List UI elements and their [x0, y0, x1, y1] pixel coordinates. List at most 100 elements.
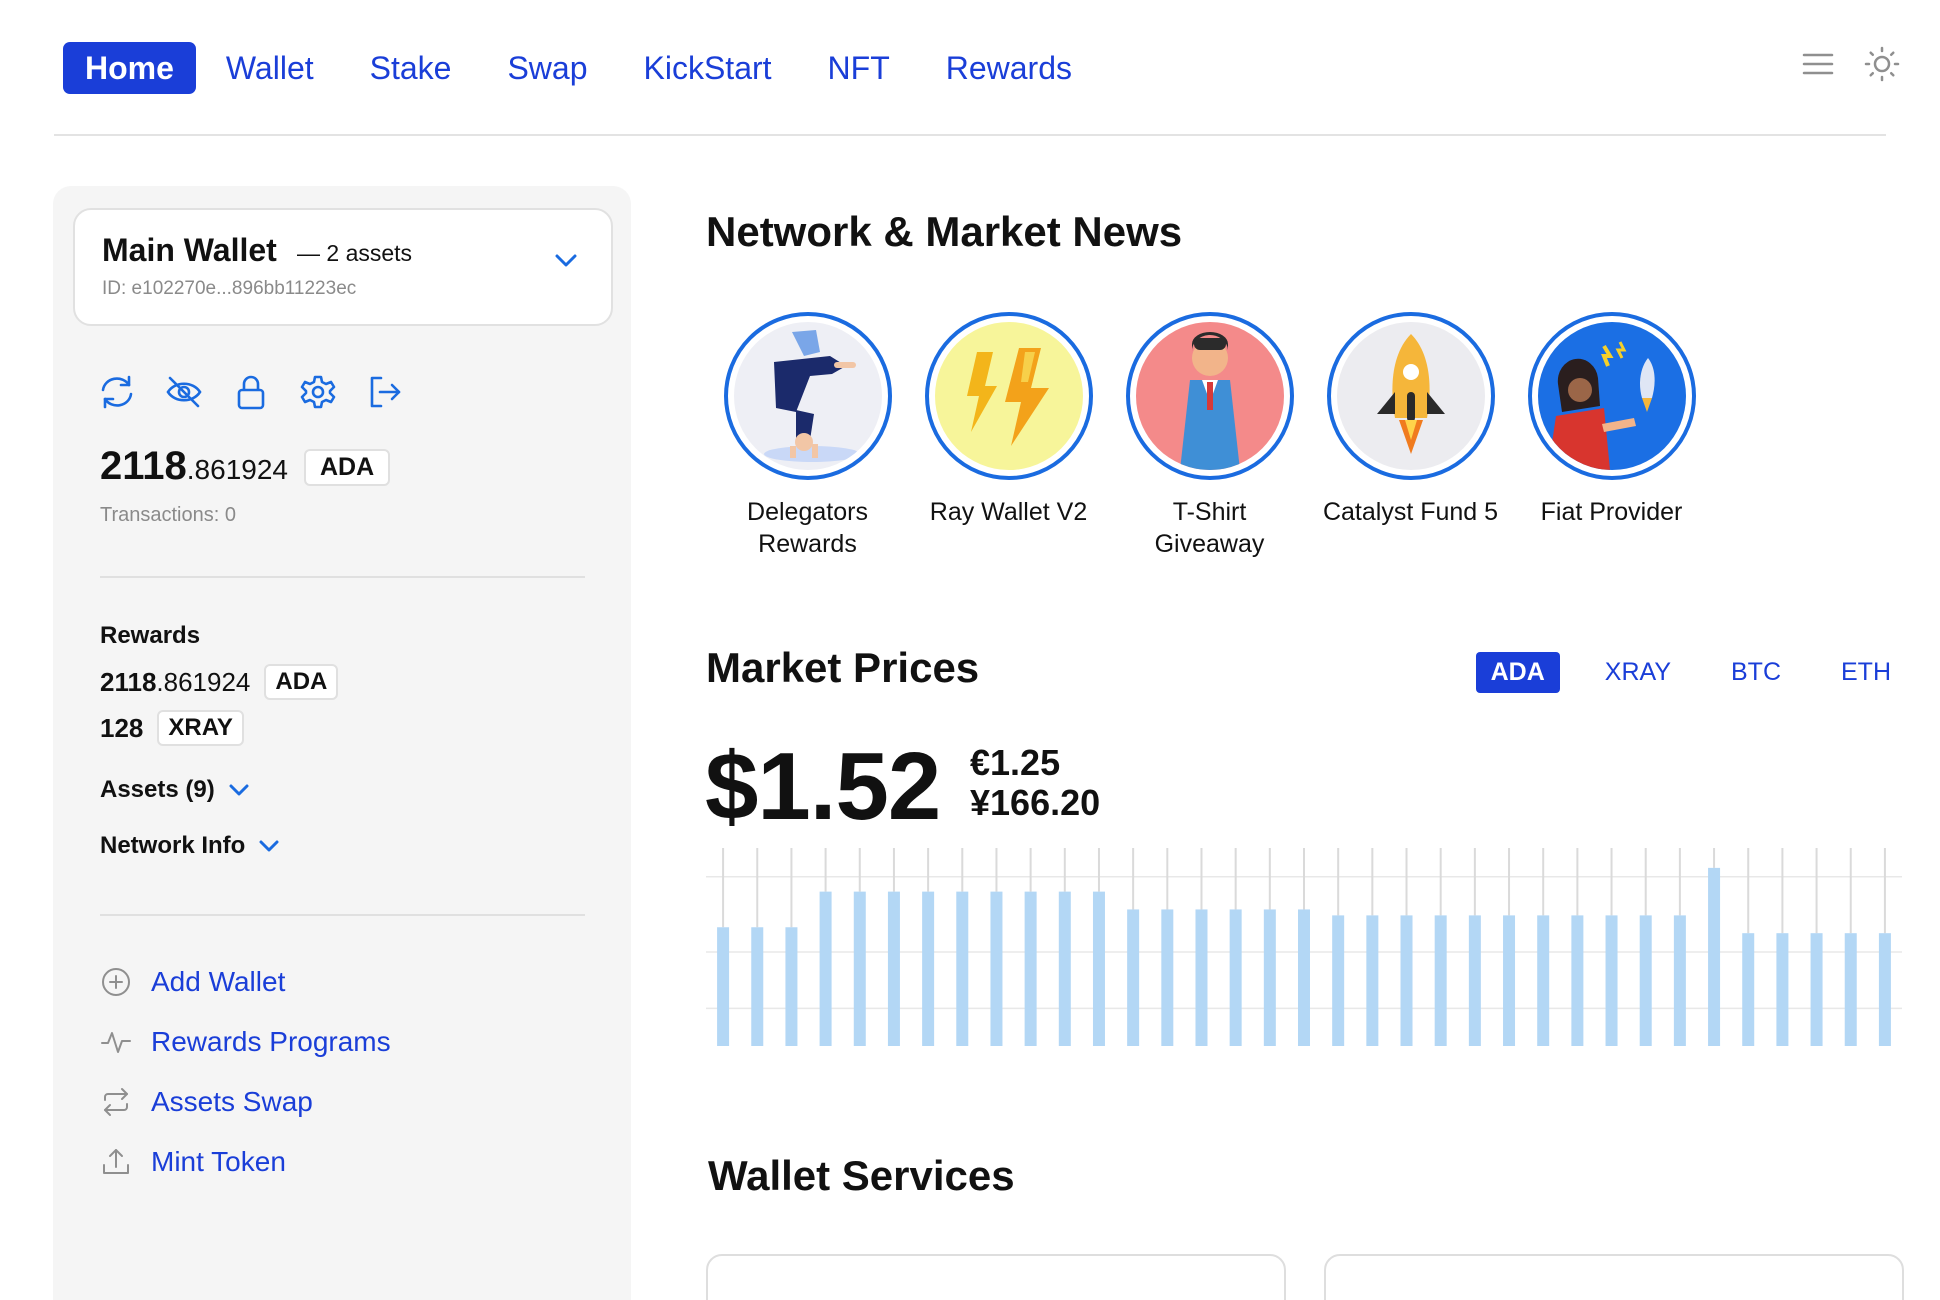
assets-toggle[interactable]: Assets (9) [100, 776, 249, 804]
chart-bar[interactable] [1503, 915, 1516, 1046]
nav-stake[interactable]: Stake [370, 42, 452, 94]
nav-rewards[interactable]: Rewards [946, 42, 1072, 94]
chart-bar[interactable] [1708, 867, 1721, 1046]
chart-bar[interactable] [1092, 891, 1105, 1046]
chart-bar[interactable] [1810, 933, 1823, 1046]
reward-unit-badge: XRAY [157, 710, 244, 746]
nav-kickstart[interactable]: KickStart [644, 42, 772, 94]
chart-bar[interactable] [1742, 933, 1755, 1046]
chevron-down-icon[interactable] [555, 254, 577, 273]
chart-bar[interactable] [1537, 915, 1550, 1046]
wallet-id: ID: e102270e...896bb11223ec [102, 278, 357, 299]
chart-bar[interactable] [1024, 891, 1037, 1046]
rewards-programs-link[interactable]: Rewards Programs [100, 1026, 391, 1058]
story-avatar [1326, 312, 1495, 480]
sidebar-divider [100, 914, 585, 916]
story-delegators-rewards[interactable]: Delegators Rewards [707, 312, 908, 560]
chart-bar[interactable] [785, 927, 798, 1046]
price-chart [706, 848, 1902, 1046]
story-avatar [1527, 312, 1696, 480]
mint-token-link[interactable]: Mint Token [100, 1146, 286, 1178]
add-wallet-link[interactable]: Add Wallet [100, 966, 285, 998]
assets-swap-label: Assets Swap [151, 1086, 313, 1117]
chart-bar[interactable] [1639, 915, 1652, 1046]
lightning-icon [934, 322, 1083, 470]
nav-nft[interactable]: NFT [828, 42, 890, 94]
market-tabs: ADA XRAY BTC ETH [1475, 652, 1906, 693]
story-catalyst-fund-5[interactable]: Catalyst Fund 5 [1310, 312, 1511, 560]
tab-eth[interactable]: ETH [1826, 652, 1906, 693]
refresh-icon[interactable] [97, 372, 137, 412]
wallet-services-title: Wallet Services [708, 1152, 1015, 1199]
chart-bar[interactable] [887, 891, 900, 1046]
assets-swap-link[interactable]: Assets Swap [100, 1086, 313, 1118]
story-label: Ray Wallet V2 [929, 498, 1088, 526]
reward-integer: 2118 [100, 666, 157, 697]
balance-decimal: .861924 [186, 454, 288, 485]
chart-bar[interactable] [1229, 909, 1242, 1046]
nav-swap[interactable]: Swap [507, 42, 587, 94]
story-fiat-provider[interactable]: Fiat Provider [1511, 312, 1712, 560]
chart-bar[interactable] [1844, 933, 1857, 1046]
lock-icon[interactable] [231, 372, 271, 412]
chart-bar[interactable] [1058, 891, 1071, 1046]
eye-off-icon[interactable] [164, 372, 204, 412]
network-info-label: Network Info [100, 832, 246, 859]
story-ray-wallet-v2[interactable]: Ray Wallet V2 [908, 312, 1109, 560]
settings-icon[interactable] [298, 372, 338, 412]
nav-wallet[interactable]: Wallet [226, 42, 314, 94]
story-label: Delegators Rewards [747, 498, 868, 558]
chart-bar[interactable] [751, 927, 764, 1046]
chart-bar[interactable] [1434, 915, 1447, 1046]
chart-bar[interactable] [1605, 915, 1618, 1046]
chart-bar[interactable] [819, 891, 832, 1046]
network-info-toggle[interactable]: Network Info [100, 832, 279, 860]
chart-bar[interactable] [1400, 915, 1413, 1046]
chart-bar[interactable] [1263, 909, 1276, 1046]
sidebar-divider [100, 576, 585, 578]
nav-home[interactable]: Home [63, 42, 196, 94]
tab-xray[interactable]: XRAY [1590, 652, 1686, 693]
add-wallet-label: Add Wallet [151, 966, 286, 997]
businessman-icon [1135, 322, 1284, 470]
chart-bar[interactable] [922, 891, 935, 1046]
chart-bar[interactable] [1127, 909, 1140, 1046]
wallet-assets-count: — 2 assets [297, 240, 413, 266]
menu-icon[interactable] [1802, 51, 1834, 77]
chart-bar[interactable] [1332, 915, 1345, 1046]
chart-bar[interactable] [1298, 909, 1310, 1046]
sun-icon[interactable] [1864, 46, 1900, 82]
chart-bar[interactable] [1776, 933, 1789, 1046]
chart-bar[interactable] [990, 891, 1003, 1046]
chart-bar[interactable] [853, 891, 866, 1046]
chart-bar[interactable] [1571, 915, 1584, 1046]
service-card[interactable] [706, 1254, 1286, 1300]
activity-icon [100, 1026, 132, 1058]
chart-bar[interactable] [1673, 915, 1686, 1046]
story-label: Catalyst Fund 5 [1322, 498, 1499, 526]
service-card[interactable] [1324, 1254, 1904, 1300]
story-avatar [1125, 312, 1294, 480]
main-nav: Home Wallet Stake Swap KickStart NFT Rew… [63, 42, 1128, 94]
story-tshirt-giveaway[interactable]: T-Shirt Giveaway [1109, 312, 1310, 560]
chart-bar[interactable] [1468, 915, 1481, 1046]
chart-bar[interactable] [1366, 915, 1379, 1046]
chart-bar[interactable] [1161, 909, 1174, 1046]
tab-ada[interactable]: ADA [1475, 652, 1560, 693]
transactions-count: Transactions: 0 [100, 504, 236, 526]
story-avatar [924, 312, 1093, 480]
chevron-down-icon [229, 784, 249, 795]
assets-toggle-label: Assets (9) [100, 776, 215, 803]
handstand-figure-icon [733, 322, 882, 470]
story-avatar [723, 312, 892, 480]
chart-bar[interactable] [717, 927, 730, 1046]
story-label: Fiat Provider [1540, 498, 1683, 526]
reward-integer: 128 [100, 712, 144, 743]
balance-integer: 2118 [100, 444, 187, 488]
wallet-selector[interactable]: Main Wallet — 2 assets ID: e102270e...89… [73, 208, 613, 326]
logout-icon[interactable] [365, 372, 405, 412]
tab-btc[interactable]: BTC [1716, 652, 1796, 693]
chart-bar[interactable] [956, 891, 969, 1046]
chart-bar[interactable] [1878, 933, 1891, 1046]
chart-bar[interactable] [1195, 909, 1208, 1046]
